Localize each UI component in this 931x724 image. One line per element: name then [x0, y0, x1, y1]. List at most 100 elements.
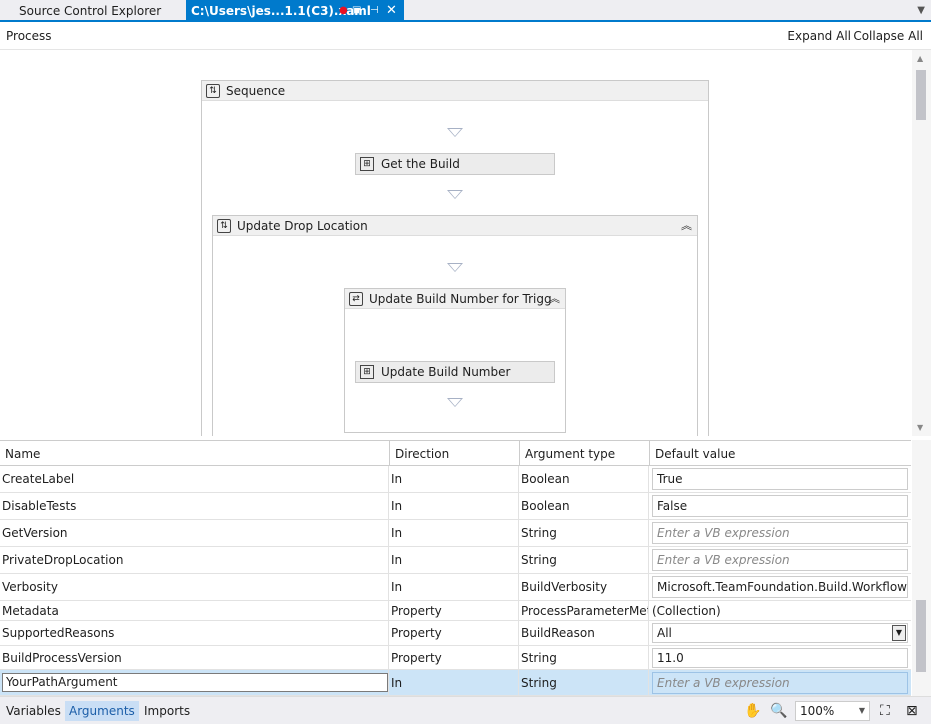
chevron-down-icon: ▼	[858, 706, 865, 715]
argument-type[interactable]: Boolean	[519, 493, 649, 519]
update-drop-location-header[interactable]: ⇅ Update Drop Location ︽	[213, 216, 697, 236]
argument-direction[interactable]: Property	[389, 601, 519, 620]
overview-map-icon[interactable]: ⊠	[906, 701, 918, 721]
tab-imports[interactable]: Imports	[140, 701, 194, 721]
argument-type[interactable]: BuildReason	[519, 621, 649, 645]
document-tab-bar: Source Control Explorer C:\Users\jes...1…	[0, 0, 931, 22]
scroll-up-icon[interactable]: ▲	[917, 54, 923, 63]
drop-target-icon[interactable]	[447, 398, 463, 407]
activity-icon: ⊞	[360, 157, 374, 171]
argument-name[interactable]: Metadata	[0, 601, 389, 620]
canvas-scrollbar[interactable]: ▲ ▼	[912, 50, 931, 436]
argument-direction[interactable]: In	[389, 493, 519, 519]
table-row[interactable]: CreateLabel In Boolean True	[0, 466, 911, 493]
dropdown-value: All	[657, 626, 672, 640]
if-else-icon: ⇄	[349, 292, 363, 306]
designer-toolbar: Process Expand All Collapse All	[0, 22, 931, 50]
get-build-label: Get the Build	[381, 157, 460, 171]
default-value-input[interactable]: False	[652, 495, 908, 517]
argument-name[interactable]: SupportedReasons	[0, 621, 389, 645]
scroll-thumb[interactable]	[916, 600, 926, 672]
breadcrumb[interactable]: Process	[6, 29, 52, 43]
default-value-cell: Enter a VB expression	[649, 670, 911, 695]
default-value-input[interactable]: 11.0	[652, 647, 908, 668]
table-row[interactable]: GetVersion In String Enter a VB expressi…	[0, 520, 911, 547]
collapse-all-button[interactable]: Collapse All	[853, 29, 923, 43]
default-value-input[interactable]: Enter a VB expression	[652, 549, 908, 571]
sequence-icon: ⇅	[206, 84, 220, 98]
argument-direction[interactable]: In	[389, 574, 519, 600]
table-row[interactable]: Verbosity In BuildVerbosity Microsoft.Te…	[0, 574, 911, 601]
chevron-down-icon[interactable]: ▼	[892, 625, 906, 641]
modified-dot-icon: ●	[339, 5, 348, 16]
sequence-icon: ⇅	[217, 219, 231, 233]
default-value-cell[interactable]: (Collection)	[649, 601, 911, 620]
dropdown-arrow-icon[interactable]: ▼	[917, 0, 925, 22]
sequence-header[interactable]: ⇅ Sequence	[202, 81, 708, 101]
argument-direction[interactable]: In	[389, 670, 519, 695]
supported-reasons-dropdown[interactable]: All ▼	[652, 623, 908, 643]
drop-target-icon[interactable]	[447, 190, 463, 199]
default-value-input[interactable]: True	[652, 468, 908, 490]
tab-arguments[interactable]: Arguments	[65, 701, 139, 721]
update-build-number-activity[interactable]: ⊞ Update Build Number	[355, 361, 555, 383]
pan-hand-icon[interactable]: ✋	[744, 701, 761, 721]
column-header-direction[interactable]: Direction	[390, 441, 520, 466]
tab-xaml-document[interactable]: C:\Users\jes...1.1(C3).xaml ● ▣ ⊣ ✕	[186, 0, 404, 22]
tab-source-control-explorer[interactable]: Source Control Explorer	[0, 0, 186, 22]
argument-direction[interactable]: In	[389, 520, 519, 546]
tab-variables[interactable]: Variables	[2, 701, 65, 721]
scroll-down-icon[interactable]: ▼	[917, 423, 923, 432]
argument-direction[interactable]: In	[389, 466, 519, 492]
argument-name[interactable]: GetVersion	[0, 520, 389, 546]
default-value-input[interactable]: Microsoft.TeamFoundation.Build.Workflow.…	[652, 576, 908, 598]
argument-name[interactable]: DisableTests	[0, 493, 389, 519]
argument-direction[interactable]: Property	[389, 621, 519, 645]
argument-name[interactable]: BuildProcessVersion	[0, 646, 389, 669]
table-row[interactable]: PrivateDropLocation In String Enter a VB…	[0, 547, 911, 574]
argument-name[interactable]: PrivateDropLocation	[0, 547, 389, 573]
table-row[interactable]: DisableTests In Boolean False	[0, 493, 911, 520]
argument-type[interactable]: String	[519, 520, 649, 546]
zoom-magnifier-icon[interactable]: 🔍	[770, 701, 787, 721]
table-row[interactable]: Metadata Property ProcessParameterMetad …	[0, 601, 911, 621]
argument-type[interactable]: ProcessParameterMetad	[519, 601, 649, 620]
argument-name[interactable]: Verbosity	[0, 574, 389, 600]
collapse-chevron-icon[interactable]: ︽	[681, 216, 692, 236]
argument-name-input[interactable]: YourPathArgument	[2, 673, 388, 692]
fit-to-screen-icon[interactable]: ⛶	[880, 701, 890, 721]
table-row[interactable]: BuildProcessVersion Property String 11.0	[0, 646, 911, 670]
expand-all-button[interactable]: Expand All	[787, 29, 851, 43]
argument-type[interactable]: String	[519, 547, 649, 573]
argument-direction[interactable]: In	[389, 547, 519, 573]
scroll-thumb[interactable]	[916, 70, 926, 120]
get-build-activity[interactable]: ⊞ Get the Build	[355, 153, 555, 175]
default-value-input[interactable]: Enter a VB expression	[652, 671, 908, 694]
grid-scrollbar[interactable]	[912, 440, 931, 696]
argument-type[interactable]: String	[519, 646, 649, 669]
column-header-default-value[interactable]: Default value	[650, 441, 911, 466]
pin-icon[interactable]: ⊣	[370, 0, 379, 22]
argument-direction[interactable]: Property	[389, 646, 519, 669]
table-row[interactable]: SupportedReasons Property BuildReason Al…	[0, 621, 911, 646]
drop-target-icon[interactable]	[447, 128, 463, 137]
default-value-cell: All ▼	[649, 621, 911, 645]
argument-type[interactable]: Boolean	[519, 466, 649, 492]
table-row-selected[interactable]: YourPathArgument In String Enter a VB ex…	[0, 670, 911, 696]
activity-icon: ⊞	[360, 365, 374, 379]
argument-name[interactable]: CreateLabel	[0, 466, 389, 492]
column-header-name[interactable]: Name	[0, 441, 390, 466]
collapse-chevron-icon[interactable]: ︽	[549, 289, 560, 309]
column-header-type[interactable]: Argument type	[520, 441, 650, 466]
lock-icon: ▣	[352, 5, 362, 16]
argument-type[interactable]: String	[519, 670, 649, 695]
default-value-input[interactable]: Enter a VB expression	[652, 522, 908, 544]
zoom-dropdown[interactable]: 100% ▼	[795, 701, 870, 721]
update-drop-location-title: Update Drop Location	[237, 219, 368, 233]
update-build-number-for-trigger-title: Update Build Number for Trigg	[369, 292, 552, 306]
update-build-number-for-trigger-header[interactable]: ⇄ Update Build Number for Trigg ︽	[345, 289, 565, 309]
default-value-cell: Enter a VB expression	[649, 547, 911, 573]
close-icon[interactable]: ✕	[386, 0, 397, 22]
argument-type[interactable]: BuildVerbosity	[519, 574, 649, 600]
drop-target-icon[interactable]	[447, 263, 463, 272]
